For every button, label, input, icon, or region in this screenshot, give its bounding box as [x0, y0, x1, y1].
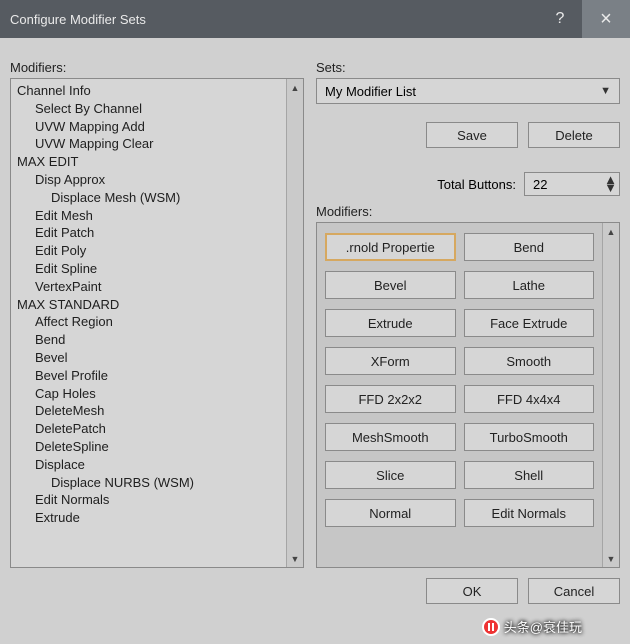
list-item[interactable]: MAX STANDARD — [11, 296, 286, 314]
watermark: 头条@衰佳玩 — [482, 617, 582, 636]
scroll-up-icon[interactable]: ▲ — [603, 223, 619, 240]
sets-label: Sets: — [316, 46, 620, 75]
modifier-button[interactable]: FFD 2x2x2 — [325, 385, 456, 413]
modifier-button[interactable]: TurboSmooth — [464, 423, 595, 451]
list-item[interactable]: Bend — [11, 331, 286, 349]
list-item[interactable]: VertexPaint — [11, 278, 286, 296]
modifiers-label: Modifiers: — [10, 46, 304, 75]
list-item[interactable]: Select By Channel — [11, 100, 286, 118]
modifiers-listbox[interactable]: Channel InfoSelect By ChannelUVW Mapping… — [10, 78, 304, 568]
list-item[interactable]: Displace Mesh (WSM) — [11, 189, 286, 207]
spinner-down-icon[interactable]: ▼ — [604, 184, 617, 192]
chevron-down-icon: ▼ — [600, 85, 611, 97]
scroll-down-icon[interactable]: ▼ — [603, 550, 619, 567]
list-item[interactable]: Bevel — [11, 349, 286, 367]
list-item[interactable]: Edit Normals — [11, 491, 286, 509]
list-item[interactable]: Edit Poly — [11, 242, 286, 260]
titlebar: Configure Modifier Sets ? × — [0, 0, 630, 38]
window-title: Configure Modifier Sets — [10, 12, 146, 27]
total-buttons-label: Total Buttons: — [437, 177, 516, 192]
list-item[interactable]: MAX EDIT — [11, 153, 286, 171]
close-button[interactable]: × — [582, 0, 630, 38]
list-item[interactable]: Extrude — [11, 509, 286, 527]
modifiers-panel: .rnold Propertie Bend Bevel Lathe Extrude Fac… — [316, 222, 620, 568]
modifier-button[interactable]: XForm — [325, 347, 456, 375]
list-item[interactable]: Edit Patch — [11, 224, 286, 242]
list-item[interactable]: DeletePatch — [11, 420, 286, 438]
modifier-button[interactable]: Lathe — [464, 271, 595, 299]
modifier-button[interactable]: Bend — [464, 233, 595, 261]
modifier-button[interactable]: Normal — [325, 499, 456, 527]
sets-combo-value: My Modifier List — [325, 84, 600, 99]
total-buttons-value: 22 — [533, 177, 604, 192]
list-item[interactable]: DeleteSpline — [11, 438, 286, 456]
save-button[interactable]: Save — [426, 122, 518, 148]
modifier-button[interactable]: FFD 4x4x4 — [464, 385, 595, 413]
list-item[interactable]: Disp Approx — [11, 171, 286, 189]
listbox-scrollbar[interactable]: ▲ ▼ — [286, 79, 303, 567]
list-item[interactable]: Edit Mesh — [11, 207, 286, 225]
modifier-button[interactable]: .rnold Propertie — [325, 233, 456, 261]
modifier-button[interactable]: Face Extrude — [464, 309, 595, 337]
panel-scrollbar[interactable]: ▲ ▼ — [602, 223, 619, 567]
list-item[interactable]: DeleteMesh — [11, 402, 286, 420]
cancel-button[interactable]: Cancel — [528, 578, 620, 604]
modifier-button[interactable]: MeshSmooth — [325, 423, 456, 451]
list-item[interactable]: Displace — [11, 456, 286, 474]
list-item[interactable]: Edit Spline — [11, 260, 286, 278]
list-item[interactable]: UVW Mapping Add — [11, 118, 286, 136]
modifier-button[interactable]: Shell — [464, 461, 595, 489]
list-item[interactable]: Bevel Profile — [11, 367, 286, 385]
help-button[interactable]: ? — [538, 0, 582, 38]
modifier-button[interactable]: Bevel — [325, 271, 456, 299]
modifier-button[interactable]: Edit Normals — [464, 499, 595, 527]
scroll-down-icon[interactable]: ▼ — [287, 550, 303, 567]
modifier-button[interactable]: Extrude — [325, 309, 456, 337]
modifier-button[interactable]: Smooth — [464, 347, 595, 375]
sets-combo[interactable]: My Modifier List ▼ — [316, 78, 620, 104]
right-modifiers-label: Modifiers: — [316, 204, 620, 219]
total-buttons-spinner[interactable]: 22 ▲ ▼ — [524, 172, 620, 196]
list-item[interactable]: Displace NURBS (WSM) — [11, 474, 286, 492]
list-item[interactable]: Affect Region — [11, 313, 286, 331]
modifier-button[interactable]: Slice — [325, 461, 456, 489]
watermark-logo-icon — [482, 618, 500, 636]
list-item[interactable]: UVW Mapping Clear — [11, 135, 286, 153]
delete-button[interactable]: Delete — [528, 122, 620, 148]
ok-button[interactable]: OK — [426, 578, 518, 604]
scroll-up-icon[interactable]: ▲ — [287, 79, 303, 96]
list-item[interactable]: Channel Info — [11, 82, 286, 100]
list-item[interactable]: Cap Holes — [11, 385, 286, 403]
